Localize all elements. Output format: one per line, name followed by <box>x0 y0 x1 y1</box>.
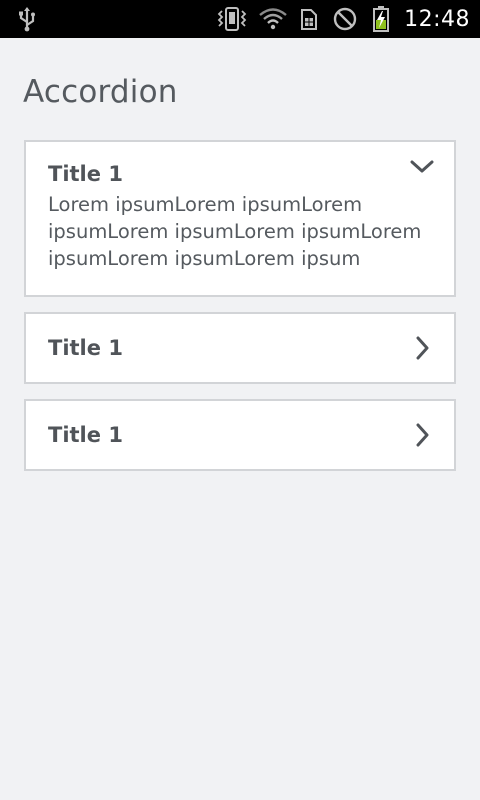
usb-icon <box>14 6 40 32</box>
page-title: Accordion <box>23 74 178 110</box>
status-bar: 12:48 <box>0 0 480 38</box>
wifi-icon <box>258 0 288 38</box>
accordion-item-title: Title 1 <box>48 423 123 447</box>
accordion-item-body: Lorem ipsumLorem ipsumLorem ipsumLorem i… <box>48 191 438 272</box>
accordion-body-line: Lorem ipsumLorem ipsumLorem <box>48 193 363 216</box>
accordion-item-title: Title 1 <box>48 336 123 360</box>
accordion-item-title: Title 1 <box>48 162 123 186</box>
accordion-body-line: ipsumLorem ipsumLorem ipsum <box>48 247 361 270</box>
vibrate-icon <box>216 0 248 38</box>
sim-icon <box>300 0 318 38</box>
accordion-item-collapsed[interactable]: Title 1 <box>24 312 456 384</box>
chevron-right-icon[interactable] <box>410 336 434 360</box>
status-icons: 12:48 <box>216 0 470 38</box>
no-signal-icon <box>332 0 358 38</box>
chevron-right-icon[interactable] <box>410 423 434 447</box>
accordion-item-expanded[interactable]: Title 1 Lorem ipsumLorem ipsumLorem ipsu… <box>24 140 456 297</box>
accordion-item-collapsed[interactable]: Title 1 <box>24 399 456 471</box>
battery-charging-icon <box>372 0 390 38</box>
accordion-body-line: ipsumLorem ipsumLorem ipsumLorem <box>48 220 422 243</box>
accordion: Title 1 Lorem ipsumLorem ipsumLorem ipsu… <box>24 140 456 486</box>
status-time: 12:48 <box>404 6 470 32</box>
chevron-down-icon[interactable] <box>410 156 434 180</box>
